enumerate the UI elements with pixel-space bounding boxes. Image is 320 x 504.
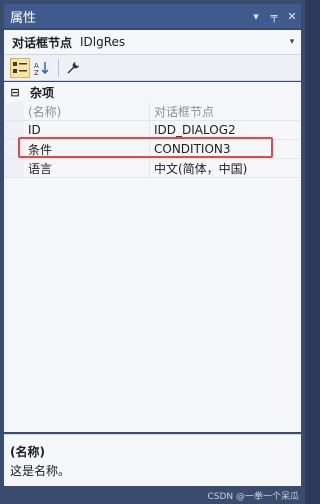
categorized-icon[interactable] (10, 57, 30, 78)
alphabetical-icon[interactable]: A Z (32, 58, 52, 78)
category-misc[interactable]: ⊟ 杂项 (4, 82, 301, 102)
object-name: 对话框节点 (12, 35, 73, 50)
property-grid: ⊟ 杂项 (名称) 对话框节点 ID IDD_DIALOG2 条件 CONDIT… (4, 82, 301, 432)
toolbar-separator (58, 58, 59, 77)
panel-title: 属性 (10, 10, 37, 26)
description-title: (名称) (10, 445, 45, 459)
property-value[interactable]: 对话框节点 (150, 102, 301, 120)
property-row-language[interactable]: 语言 中文(简体，中国) (4, 159, 301, 178)
property-name: 语言 (24, 159, 150, 177)
svg-text:Z: Z (34, 69, 39, 75)
highlight-box (18, 137, 273, 158)
object-type: IDlgRes (80, 35, 126, 49)
window-dropdown-button[interactable]: ▾ (247, 6, 265, 26)
properties-panel: 属性 ▾ ╤ ✕ 对话框节点 IDlgRes ▾ A Z ⊟ 杂项 (名称) 对… (0, 0, 305, 504)
property-value[interactable]: 中文(简体，中国) (150, 159, 301, 177)
pin-icon[interactable]: ╤ (265, 6, 283, 26)
wrench-icon[interactable] (63, 58, 83, 78)
property-row-name[interactable]: (名称) 对话框节点 (4, 102, 301, 121)
category-label: 杂项 (30, 85, 55, 100)
title-bar: 属性 ▾ ╤ ✕ (4, 4, 301, 28)
description-text: 这是名称。 (10, 464, 71, 478)
watermark: CSDN @一拳一个呆瓜 (207, 492, 299, 502)
object-selector[interactable]: 对话框节点 IDlgRes ▾ (4, 30, 301, 55)
property-name: (名称) (24, 102, 150, 120)
chevron-down-icon[interactable]: ▾ (283, 37, 301, 47)
collapse-icon[interactable]: ⊟ (8, 86, 22, 99)
close-icon[interactable]: ✕ (283, 6, 301, 26)
description-pane: (名称) 这是名称。 (4, 434, 301, 486)
toolbar: A Z (4, 55, 301, 81)
